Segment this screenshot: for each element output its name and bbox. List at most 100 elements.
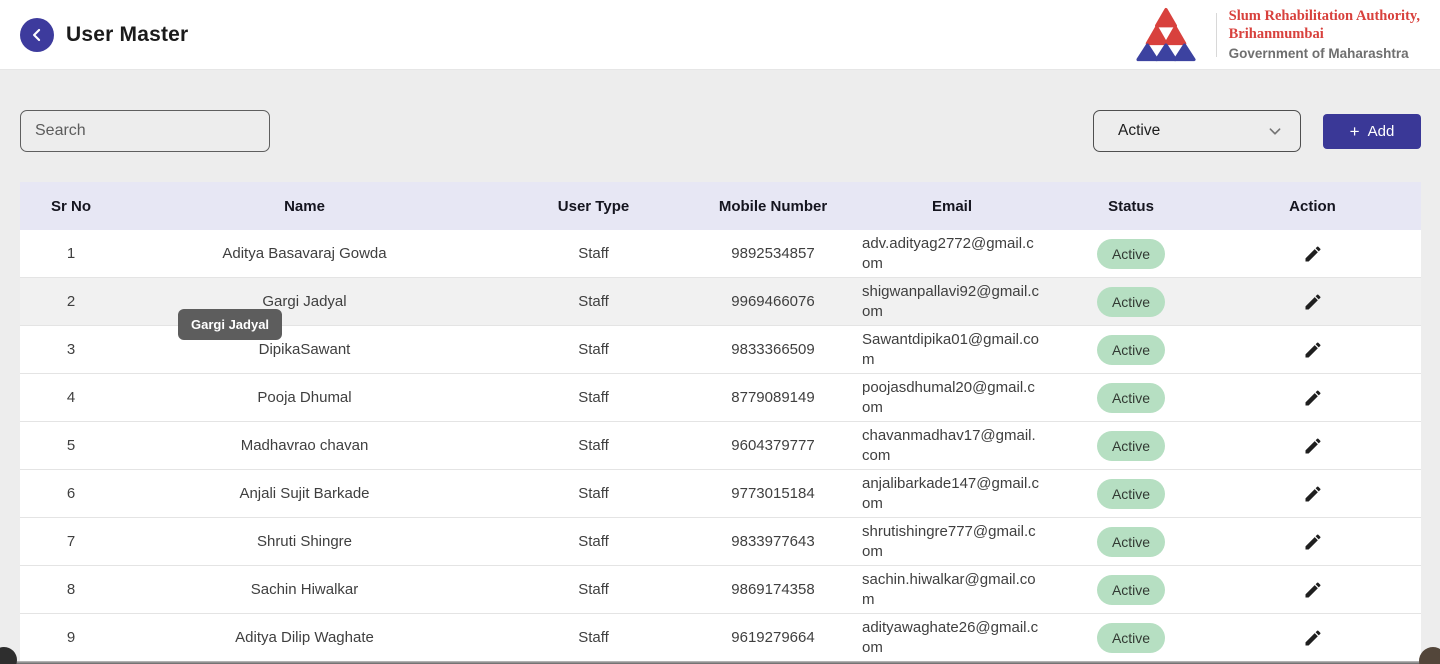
cell-email: shrutishingre777@gmail.com <box>846 522 1058 562</box>
user-table: Sr No Name User Type Mobile Number Email… <box>20 182 1421 662</box>
status-badge: Active <box>1097 239 1165 269</box>
name-tooltip: Gargi Jadyal <box>178 309 282 340</box>
cell-name: Sachin Hiwalkar <box>122 581 487 598</box>
edit-button[interactable] <box>1299 624 1327 652</box>
org-text-block: Slum Rehabilitation Authority, Brihanmum… <box>1229 7 1420 63</box>
back-button[interactable] <box>20 18 54 52</box>
cell-email: chavanmadhav17@gmail.com <box>846 426 1058 466</box>
cell-sr-no: 7 <box>20 533 122 550</box>
col-header-status: Status <box>1058 198 1204 215</box>
org-name-line1: Slum Rehabilitation Authority, <box>1229 7 1420 25</box>
cell-status: Active <box>1058 479 1204 509</box>
status-badge: Active <box>1097 479 1165 509</box>
edit-button[interactable] <box>1299 576 1327 604</box>
chevron-left-icon <box>27 25 47 45</box>
status-filter-value: Active <box>1118 122 1160 140</box>
status-badge: Active <box>1097 335 1165 365</box>
cell-status: Active <box>1058 623 1204 653</box>
plus-icon: + <box>1350 123 1360 140</box>
cell-sr-no: 1 <box>20 245 122 262</box>
cell-user-type: Staff <box>487 389 700 406</box>
cell-name: DipikaSawant <box>122 341 487 358</box>
edit-button[interactable] <box>1299 336 1327 364</box>
cell-name: Anjali Sujit Barkade <box>122 485 487 502</box>
table-row: 5 Madhavrao chavan Staff 9604379777 chav… <box>20 422 1421 470</box>
cell-sr-no: 9 <box>20 629 122 646</box>
cell-action <box>1204 528 1421 556</box>
logo-divider <box>1216 13 1217 57</box>
edit-pencil-icon <box>1303 492 1323 507</box>
cell-action <box>1204 384 1421 412</box>
cell-mobile-number: 8779089149 <box>700 389 846 406</box>
cell-mobile-number: 9619279664 <box>700 629 846 646</box>
status-badge: Active <box>1097 287 1165 317</box>
status-badge: Active <box>1097 527 1165 557</box>
cell-email: Sawantdipika01@gmail.com <box>846 330 1058 370</box>
col-header-user-type: User Type <box>487 198 700 215</box>
cell-sr-no: 8 <box>20 581 122 598</box>
cell-user-type: Staff <box>487 581 700 598</box>
status-badge: Active <box>1097 383 1165 413</box>
cell-user-type: Staff <box>487 341 700 358</box>
cell-status: Active <box>1058 575 1204 605</box>
cell-mobile-number: 9892534857 <box>700 245 846 262</box>
col-header-mobile: Mobile Number <box>700 198 846 215</box>
edit-pencil-icon <box>1303 300 1323 315</box>
edit-button[interactable] <box>1299 384 1327 412</box>
cell-mobile-number: 9604379777 <box>700 437 846 454</box>
cell-name: Shruti Shingre <box>122 533 487 550</box>
cell-user-type: Staff <box>487 245 700 262</box>
org-name-line2: Brihanmumbai <box>1229 25 1420 43</box>
sra-triangles-logo-icon <box>1128 7 1204 63</box>
cell-status: Active <box>1058 383 1204 413</box>
edit-pencil-icon <box>1303 252 1323 267</box>
status-badge: Active <box>1097 623 1165 653</box>
table-row: 7 Shruti Shingre Staff 9833977643 shruti… <box>20 518 1421 566</box>
edit-button[interactable] <box>1299 432 1327 460</box>
org-logo-block: Slum Rehabilitation Authority, Brihanmum… <box>1128 7 1420 63</box>
search-input[interactable] <box>20 110 270 152</box>
cell-user-type: Staff <box>487 533 700 550</box>
cell-action <box>1204 624 1421 652</box>
cell-name: Aditya Dilip Waghate <box>122 629 487 646</box>
edit-button[interactable] <box>1299 288 1327 316</box>
toolbar: Active + Add <box>20 110 1421 152</box>
cell-email: adityawaghate26@gmail.com <box>846 618 1058 658</box>
cell-sr-no: 4 <box>20 389 122 406</box>
cell-user-type: Staff <box>487 437 700 454</box>
cell-name: Pooja Dhumal <box>122 389 487 406</box>
cell-sr-no: 3 <box>20 341 122 358</box>
status-filter-select[interactable]: Active <box>1093 110 1301 152</box>
table-row: 4 Pooja Dhumal Staff 8779089149 poojasdh… <box>20 374 1421 422</box>
add-button-label: Add <box>1368 123 1395 140</box>
cell-mobile-number: 9833977643 <box>700 533 846 550</box>
add-button[interactable]: + Add <box>1323 114 1421 149</box>
cell-email: adv.adityag2772@gmail.com <box>846 234 1058 274</box>
edit-pencil-icon <box>1303 396 1323 411</box>
cell-email: anjalibarkade147@gmail.com <box>846 474 1058 514</box>
edit-button[interactable] <box>1299 240 1327 268</box>
cell-mobile-number: 9869174358 <box>700 581 846 598</box>
cell-status: Active <box>1058 239 1204 269</box>
main-content: Active + Add Sr No Name User Type Mobile… <box>0 110 1440 662</box>
cell-action <box>1204 480 1421 508</box>
cell-mobile-number: 9773015184 <box>700 485 846 502</box>
edit-button[interactable] <box>1299 480 1327 508</box>
table-header-row: Sr No Name User Type Mobile Number Email… <box>20 182 1421 230</box>
cell-user-type: Staff <box>487 293 700 310</box>
cell-mobile-number: 9969466076 <box>700 293 846 310</box>
cell-status: Active <box>1058 287 1204 317</box>
top-bar: User Master Slum Rehabilitation Authorit… <box>0 0 1440 70</box>
edit-pencil-icon <box>1303 636 1323 651</box>
edit-button[interactable] <box>1299 528 1327 556</box>
edit-pencil-icon <box>1303 588 1323 603</box>
cell-action <box>1204 432 1421 460</box>
cell-action <box>1204 336 1421 364</box>
cell-sr-no: 2 <box>20 293 122 310</box>
col-header-email: Email <box>846 198 1058 215</box>
cell-name: Madhavrao chavan <box>122 437 487 454</box>
cell-sr-no: 5 <box>20 437 122 454</box>
cell-mobile-number: 9833366509 <box>700 341 846 358</box>
cell-action <box>1204 288 1421 316</box>
edit-pencil-icon <box>1303 444 1323 459</box>
